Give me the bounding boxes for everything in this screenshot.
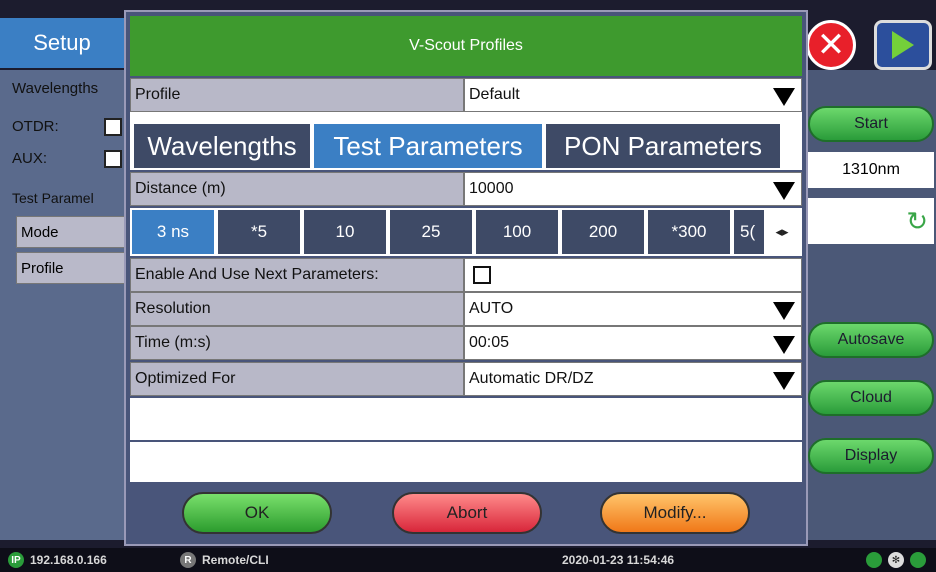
power-icon — [910, 552, 926, 568]
mode-label: Mode — [21, 223, 59, 241]
resolution-value: AUTO — [469, 300, 514, 317]
resolution-label: Resolution — [130, 292, 464, 326]
profile-field-label: Profile — [130, 78, 464, 112]
pulse-option[interactable]: 10 — [304, 210, 386, 254]
scroll-arrows-icon[interactable]: ◂▸ — [766, 222, 798, 242]
aux-checkbox[interactable] — [104, 150, 122, 168]
tab-test-parameters[interactable]: Test Parameters — [314, 124, 542, 168]
otdr-label: OTDR: — [12, 118, 59, 135]
start-button[interactable]: Start — [808, 106, 934, 142]
optimized-row: Optimized For Automatic DR/DZ — [130, 362, 802, 396]
battery-icon — [866, 552, 882, 568]
tab-wavelengths[interactable]: Wavelengths — [134, 124, 310, 168]
setup-title: Setup — [0, 18, 124, 68]
status-icons: ✻ — [866, 548, 932, 572]
profile-value: Default — [469, 86, 520, 103]
pulse-option[interactable]: *300 — [648, 210, 730, 254]
remote-badge-icon: R — [180, 552, 196, 568]
refresh-icon[interactable]: ↻ — [906, 206, 928, 237]
time-row: Time (m:s) 00:05 — [130, 326, 802, 360]
chevron-down-icon — [773, 336, 795, 354]
distance-row: Distance (m) 10000 — [130, 172, 802, 206]
chevron-down-icon — [773, 372, 795, 390]
wavelengths-label: Wavelengths — [12, 80, 99, 97]
distance-value: 10000 — [469, 180, 514, 197]
optimized-select[interactable]: Automatic DR/DZ — [464, 362, 802, 396]
ok-button[interactable]: OK — [182, 492, 332, 534]
modify-button[interactable]: Modify... — [600, 492, 750, 534]
aux-label: AUX: — [12, 150, 48, 167]
display-button[interactable]: Display — [808, 438, 934, 474]
enable-next-label: Enable And Use Next Parameters: — [130, 258, 464, 292]
next-arrow-icon[interactable] — [874, 20, 932, 70]
time-value: 00:05 — [469, 334, 510, 351]
pulse-option[interactable]: 3 ns — [132, 210, 214, 254]
enable-next-checkbox[interactable] — [473, 266, 491, 284]
ip-address: 192.168.0.166 — [30, 553, 107, 567]
profile-item[interactable]: Profile — [16, 252, 128, 284]
wavelength-value: 1310nm — [808, 152, 934, 188]
time-label: Time (m:s) — [130, 326, 464, 360]
profile-select[interactable]: Default — [464, 78, 802, 112]
profile-label: Profile — [21, 259, 64, 277]
otdr-checkbox[interactable] — [104, 118, 122, 136]
dialog-title: V-Scout Profiles — [130, 16, 802, 76]
chevron-down-icon — [773, 302, 795, 320]
optimized-label: Optimized For — [130, 362, 464, 396]
pulse-option[interactable]: *5 — [218, 210, 300, 254]
ip-status: IP 192.168.0.166 — [8, 548, 107, 572]
left-panel: Wavelengths OTDR: AUX: Test Paramel Mode… — [0, 70, 128, 540]
pulse-option[interactable]: 5( — [734, 210, 764, 254]
resolution-row: Resolution AUTO — [130, 292, 802, 326]
profile-row: Profile Default — [130, 78, 802, 112]
tab-bar: Wavelengths Test Parameters PON Paramete… — [130, 112, 802, 170]
close-icon[interactable]: ✕ — [806, 20, 856, 70]
remote-status: R Remote/CLI — [180, 548, 269, 572]
empty-area — [130, 442, 802, 482]
pulse-option[interactable]: 200 — [562, 210, 644, 254]
empty-area — [130, 398, 802, 440]
pulse-option[interactable]: 25 — [390, 210, 472, 254]
chevron-down-icon — [773, 88, 795, 106]
remote-label: Remote/CLI — [202, 553, 269, 567]
tab-pon-parameters[interactable]: PON Parameters — [546, 124, 780, 168]
chevron-down-icon — [773, 182, 795, 200]
ip-badge-icon: IP — [8, 552, 24, 568]
enable-next-cell — [464, 258, 802, 292]
abort-button[interactable]: Abort — [392, 492, 542, 534]
distance-select[interactable]: 10000 — [464, 172, 802, 206]
distance-label: Distance (m) — [130, 172, 464, 206]
time-select[interactable]: 00:05 — [464, 326, 802, 360]
bluetooth-icon: ✻ — [888, 552, 904, 568]
datetime: 2020-01-23 11:54:46 — [562, 553, 675, 567]
cloud-button[interactable]: Cloud — [808, 380, 934, 416]
autosave-button[interactable]: Autosave — [808, 322, 934, 358]
optimized-value: Automatic DR/DZ — [469, 370, 594, 387]
dialog-buttons: OK Abort Modify... — [130, 484, 802, 544]
pulse-option[interactable]: 100 — [476, 210, 558, 254]
refresh-area: ↻ — [808, 198, 934, 244]
pulse-width-row: 3 ns *5 10 25 100 200 *300 5( ◂▸ — [130, 208, 802, 256]
enable-next-row: Enable And Use Next Parameters: — [130, 258, 802, 292]
test-params-label: Test Paramel — [12, 190, 94, 206]
profiles-dialog: V-Scout Profiles Profile Default Wavelen… — [124, 10, 808, 546]
status-bar: IP 192.168.0.166 R Remote/CLI 2020-01-23… — [0, 548, 936, 572]
resolution-select[interactable]: AUTO — [464, 292, 802, 326]
mode-item[interactable]: Mode — [16, 216, 128, 248]
